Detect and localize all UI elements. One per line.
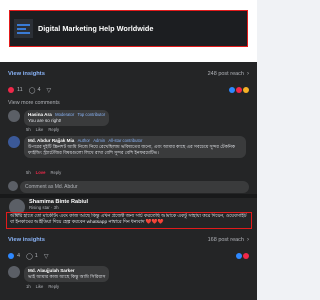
comment-author[interactable]: Md. Abdur Rajjak Mia	[28, 138, 74, 143]
comment-item: Hasina Ara Moderator Top contributor You…	[8, 110, 110, 126]
reaction-icons	[236, 253, 249, 259]
reply-link[interactable]: Reply	[48, 127, 59, 132]
insights-row: View insights 168 post reach ›	[0, 234, 257, 246]
comment-actions: 1h Like Reply	[26, 284, 59, 289]
post-reach: 248 post reach	[207, 71, 244, 77]
haha-icon	[243, 87, 249, 93]
reactions-count[interactable]: 11	[8, 87, 23, 93]
comment-item: Md. Alaujjulah Sarker ভাই আমার কাজ আছে ক…	[8, 266, 110, 282]
avatar[interactable]	[8, 110, 20, 122]
like-link[interactable]: Like	[36, 284, 44, 289]
highlighted-post-text: আমার হাতে তো মার্কেটিং এবং কাজ আছে কিন্ত…	[6, 212, 252, 229]
post-reach: 168 post reach	[207, 237, 244, 243]
comment-bubble: Md. Alaujjulah Sarker ভাই আমার কাজ আছে ক…	[24, 266, 110, 282]
contributor-badge: All-star contributor	[108, 138, 143, 143]
post-header: Digital Marketing Help Worldwide	[0, 0, 257, 62]
comment-icon[interactable]: ◯	[29, 87, 36, 94]
like-icon	[229, 87, 235, 93]
reply-link[interactable]: Reply	[50, 170, 61, 175]
comment-time: 5h	[26, 127, 31, 132]
comment-input[interactable]: Comment as Md. Abdur	[20, 181, 249, 193]
comment-bubble: Md. Abdur Rajjak Mia Author Admin All-st…	[24, 136, 246, 158]
chevron-right-icon[interactable]: ›	[247, 71, 249, 77]
comment-author[interactable]: Hasina Ara	[28, 112, 52, 117]
share-icon[interactable]: ▽	[47, 87, 52, 94]
like-link[interactable]: Like	[36, 127, 44, 132]
love-icon	[236, 87, 242, 93]
group-banner[interactable]: Digital Marketing Help Worldwide	[9, 10, 248, 47]
love-icon	[243, 253, 249, 259]
admin-badge: Admin	[93, 138, 106, 143]
share-icon[interactable]: ▽	[44, 253, 49, 260]
avatar	[8, 181, 18, 191]
heart-react-icon	[8, 87, 14, 93]
like-react-icon	[8, 253, 14, 259]
reaction-row: 4 ◯ 1 ▽	[0, 250, 257, 262]
role-badge: Author	[77, 138, 90, 143]
reaction-icons	[229, 87, 249, 93]
comment-text: উপরের দুইটি স্ক্রিনশট আমি নিজে নিয়ে রেখ…	[28, 144, 236, 155]
reactions-count[interactable]: 4	[8, 253, 20, 259]
chevron-right-icon[interactable]: ›	[247, 237, 249, 243]
comment-time: 5h	[26, 170, 31, 175]
comment-icon[interactable]: ◯	[26, 253, 33, 260]
reply-link[interactable]: Reply	[48, 284, 59, 289]
view-insights-link[interactable]: View insights	[8, 237, 45, 243]
contributor-badge: Top contributor	[77, 112, 106, 117]
view-insights-link[interactable]: View insights	[8, 71, 45, 77]
comments-count: 1	[34, 253, 38, 259]
comment-time: 1h	[26, 284, 31, 289]
comment-text: ভাই আমার কাজ আছে কিন্তু আমি সিরিয়াস	[28, 274, 106, 279]
group-title[interactable]: Digital Marketing Help Worldwide	[38, 24, 153, 33]
author-sub: Rising star · 3h	[29, 205, 59, 210]
comment-actions: 5h Love Reply	[26, 170, 61, 175]
insights-row: View insights 248 post reach ›	[0, 68, 257, 80]
group-logo-icon	[14, 19, 33, 38]
comment-author[interactable]: Md. Alaujjulah Sarker	[28, 268, 75, 273]
love-link[interactable]: Love	[36, 170, 46, 175]
comment-text: You are so right!	[28, 118, 62, 123]
avatar[interactable]	[8, 136, 20, 148]
comment-item: Md. Abdur Rajjak Mia Author Admin All-st…	[8, 136, 246, 158]
comment-bubble: Hasina Ara Moderator Top contributor You…	[24, 110, 110, 126]
view-more-comments[interactable]: View more comments	[8, 100, 60, 106]
comments-count: 4	[37, 87, 41, 93]
avatar[interactable]	[8, 266, 20, 278]
like-icon	[236, 253, 242, 259]
role-badge: Moderator	[55, 112, 75, 117]
comment-actions: 5h Like Reply	[26, 127, 59, 132]
reaction-row: 11 ◯ 4 ▽	[0, 84, 257, 96]
